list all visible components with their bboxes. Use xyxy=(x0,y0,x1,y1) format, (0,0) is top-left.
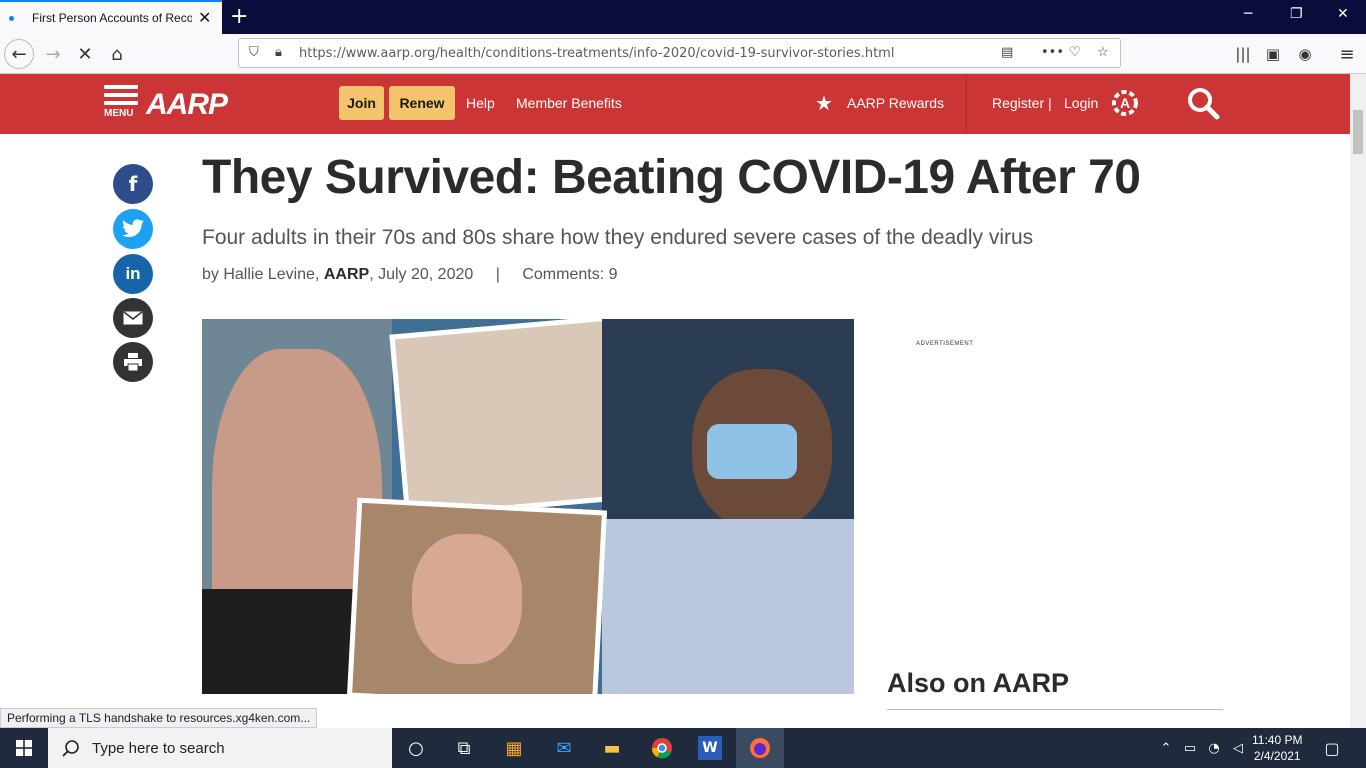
browser-tab-bar: First Person Accounts of Recov ✕ + ─ ❐ ✕ xyxy=(0,0,1366,34)
restore-icon[interactable]: ❐ xyxy=(1290,6,1303,22)
header-divider xyxy=(966,74,967,134)
start-button[interactable] xyxy=(0,728,48,768)
register-link[interactable]: Register | xyxy=(992,95,1052,111)
chevron-up-icon[interactable]: ⌃ xyxy=(1154,736,1178,760)
chrome-icon[interactable] xyxy=(650,736,674,760)
menu-button[interactable]: MENU xyxy=(104,85,138,123)
article-byline: by Hallie Levine, AARP, July 20, 2020 | … xyxy=(202,266,617,284)
lock-icon[interactable]: 🔒︎ xyxy=(275,45,282,60)
twitter-share-icon[interactable] xyxy=(113,209,153,249)
pocket-icon[interactable]: ♡ xyxy=(1069,45,1081,60)
byline-org[interactable]: AARP xyxy=(324,266,369,283)
store-icon[interactable]: ▦ xyxy=(502,736,526,760)
search-icon[interactable] xyxy=(1186,86,1220,120)
byline-author: by Hallie Levine, xyxy=(202,266,320,283)
stop-button[interactable]: ✕ xyxy=(70,39,100,69)
battery-icon[interactable]: ▭ xyxy=(1178,736,1202,760)
mail-icon[interactable]: ✉ xyxy=(552,736,576,760)
browser-nav-bar: ← → ✕ ⌂ ⛉ 🔒︎ https://www.aarp.org/health… xyxy=(0,34,1366,74)
taskbar-search[interactable]: Type here to search xyxy=(48,728,392,768)
account-icon[interactable]: ◉ xyxy=(1290,39,1320,69)
browser-status-bar: Performing a TLS handshake to resources.… xyxy=(0,708,318,728)
window-close-icon[interactable]: ✕ xyxy=(1337,6,1349,22)
star-icon: ★ xyxy=(815,91,833,115)
renew-button[interactable]: Renew xyxy=(389,86,455,120)
minimize-icon[interactable]: ─ xyxy=(1244,6,1252,22)
facebook-share-icon[interactable]: f xyxy=(113,164,153,204)
print-icon[interactable] xyxy=(113,342,153,382)
email-share-icon[interactable] xyxy=(113,298,153,338)
library-icon[interactable]: ||| xyxy=(1228,39,1258,69)
url-bar[interactable]: ⛉ 🔒︎ https://www.aarp.org/health/conditi… xyxy=(238,38,1121,68)
menu-label: MENU xyxy=(104,108,134,119)
reader-view-icon[interactable]: ▤ xyxy=(1001,45,1013,60)
search-icon xyxy=(62,740,79,757)
photo-panel xyxy=(707,424,797,479)
task-view-icon[interactable]: ⧉ xyxy=(452,736,476,760)
windows-taskbar: Type here to search ○ ⧉ ▦ ✉ ▬ W ⌃ ▭ ◔ ◁ … xyxy=(0,728,1366,768)
wifi-icon[interactable]: ◔ xyxy=(1202,736,1226,760)
hero-photo-collage xyxy=(202,319,854,694)
scroll-thumb[interactable] xyxy=(1353,110,1363,154)
article-subtitle: Four adults in their 70s and 80s share h… xyxy=(202,226,1034,249)
sidebar-icon[interactable]: ▣ xyxy=(1258,39,1288,69)
url-text[interactable]: https://www.aarp.org/health/conditions-t… xyxy=(299,46,894,61)
login-link[interactable]: Login xyxy=(1064,95,1098,111)
comments-link[interactable]: Comments: 9 xyxy=(522,266,617,283)
browser-tab[interactable]: First Person Accounts of Recov ✕ xyxy=(0,0,222,34)
windows-logo-icon xyxy=(16,740,32,756)
file-explorer-icon[interactable]: ▬ xyxy=(600,736,624,760)
bookmark-star-icon[interactable]: ☆ xyxy=(1097,45,1109,60)
aarp-rewards-link[interactable]: AARP Rewards xyxy=(847,95,944,111)
heading-divider xyxy=(887,709,1223,710)
more-actions-icon[interactable]: ••• xyxy=(1041,45,1064,60)
byline-separator: | xyxy=(495,266,500,283)
svg-text:A: A xyxy=(1120,95,1130,111)
clock-time: 11:40 PM xyxy=(1252,733,1303,747)
taskbar-clock[interactable]: 11:40 PM 2/4/2021 xyxy=(1252,732,1302,764)
linkedin-share-icon[interactable]: in xyxy=(113,254,153,294)
aarp-account-icon[interactable]: A xyxy=(1110,88,1140,118)
notifications-icon[interactable]: ▢ xyxy=(1320,736,1344,760)
site-header: MENU AARP Join Renew Help Member Benefit… xyxy=(0,74,1350,134)
advertisement-label: ADVERTISEMENT xyxy=(916,341,974,347)
hamburger-menu-icon[interactable]: ≡ xyxy=(1332,39,1362,69)
also-on-aarp-heading: Also on AARP xyxy=(887,668,1069,698)
word-icon[interactable]: W xyxy=(698,736,722,760)
member-benefits-link[interactable]: Member Benefits xyxy=(516,95,622,111)
help-link[interactable]: Help xyxy=(466,95,495,111)
aarp-logo[interactable]: AARP xyxy=(146,88,228,122)
taskbar-search-text[interactable]: Type here to search xyxy=(92,740,225,757)
loading-icon xyxy=(9,15,14,21)
join-button[interactable]: Join xyxy=(339,86,384,120)
clock-date: 2/4/2021 xyxy=(1253,749,1301,763)
article-title: They Survived: Beating COVID-19 After 70 xyxy=(202,151,1141,204)
photo-panel xyxy=(412,534,522,664)
close-icon[interactable]: ✕ xyxy=(198,8,211,28)
photo-panel xyxy=(602,519,854,694)
cortana-icon[interactable]: ○ xyxy=(404,736,428,760)
home-button[interactable]: ⌂ xyxy=(102,39,132,69)
tab-title: First Person Accounts of Recov xyxy=(32,11,192,25)
page-scrollbar[interactable] xyxy=(1350,74,1366,728)
shield-icon[interactable]: ⛉ xyxy=(249,45,259,60)
volume-icon[interactable]: ◁ xyxy=(1226,736,1250,760)
firefox-icon[interactable] xyxy=(736,728,784,768)
byline-date: , July 20, 2020 xyxy=(369,266,474,283)
forward-button[interactable]: → xyxy=(38,39,68,69)
back-button[interactable]: ← xyxy=(4,39,34,69)
new-tab-icon[interactable]: + xyxy=(230,4,248,29)
